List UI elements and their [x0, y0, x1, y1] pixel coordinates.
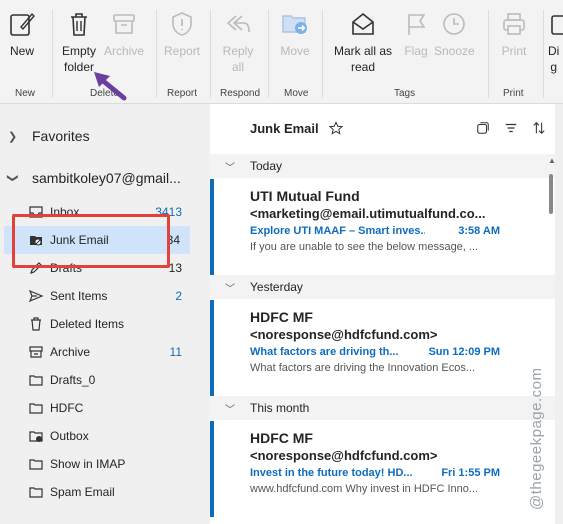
- folder-drafts-0[interactable]: Drafts_0: [28, 366, 192, 394]
- filter-icon[interactable]: [503, 120, 519, 136]
- favorites-header[interactable]: ❯ Favorites: [8, 128, 90, 144]
- folder-icon: [28, 372, 44, 388]
- account-header[interactable]: ❯ sambitkoley07@gmail...: [6, 170, 181, 186]
- star-icon[interactable]: [328, 121, 343, 135]
- folder-title: Junk Email: [250, 120, 319, 136]
- new-button[interactable]: New: [6, 8, 38, 59]
- chevron-down-icon: ❯: [6, 173, 19, 183]
- flag-button[interactable]: Flag: [400, 8, 432, 59]
- outbox-icon: [28, 428, 44, 444]
- report-button[interactable]: Report: [164, 8, 200, 59]
- divider: [268, 10, 269, 98]
- trash-icon: [28, 316, 44, 332]
- group-label-move: Move: [284, 88, 309, 99]
- group-header-today[interactable]: ﹀ Today: [210, 154, 555, 178]
- group-label-print: Print: [503, 88, 524, 99]
- message-item[interactable]: HDFC MF <noresponse@hdfcfund.com> What f…: [210, 300, 543, 396]
- select-icon[interactable]: [475, 120, 491, 136]
- folder-icon: [28, 484, 44, 500]
- right-edge: [555, 104, 563, 524]
- scrollbar-thumb[interactable]: [549, 174, 553, 214]
- folder-sent-items[interactable]: Sent Items 2: [28, 282, 192, 310]
- group-header-this-month[interactable]: ﹀ This month: [210, 396, 555, 420]
- folder-icon: [28, 400, 44, 416]
- list-header: Junk Email: [210, 104, 555, 152]
- sort-icon[interactable]: [531, 120, 547, 136]
- open-envelope-icon: [347, 8, 379, 40]
- junk-icon: [28, 232, 44, 248]
- reply-all-icon: [222, 8, 254, 40]
- group-label-delete: Delete: [90, 88, 119, 99]
- ribbon: New Empty folder Archive Report Reply al…: [0, 0, 563, 104]
- group-label-new: New: [15, 88, 36, 99]
- partial-ribbon-button[interactable]: Di g: [548, 8, 563, 75]
- archive-button[interactable]: Archive: [104, 8, 144, 59]
- scrollbar[interactable]: ▲: [548, 156, 556, 524]
- folder-outbox[interactable]: Outbox: [28, 422, 192, 450]
- divider: [322, 10, 323, 98]
- message-list: Junk Email ﹀ Today UTI Mutual Fund <mark…: [210, 104, 555, 524]
- shield-icon: [166, 8, 198, 40]
- clock-icon: [438, 8, 470, 40]
- chevron-down-icon: ﹀: [225, 283, 235, 295]
- mark-all-as-read-button[interactable]: Mark all as read: [334, 8, 392, 75]
- archive-icon: [108, 8, 140, 40]
- send-icon: [28, 288, 44, 304]
- group-label-report: Report: [167, 88, 198, 99]
- divider: [156, 10, 157, 98]
- divider: [488, 10, 489, 98]
- folder-icon: [28, 456, 44, 472]
- chevron-down-icon: ﹀: [225, 162, 235, 174]
- folder-pane: ❯ Favorites ❯ sambitkoley07@gmail... Inb…: [0, 104, 200, 524]
- group-label-respond: Respond: [220, 88, 261, 99]
- message-item[interactable]: UTI Mutual Fund <marketing@email.utimutu…: [210, 179, 543, 275]
- print-button[interactable]: Print: [498, 8, 530, 59]
- move-button[interactable]: Move: [279, 8, 311, 59]
- chevron-down-icon: ﹀: [225, 404, 235, 416]
- snooze-button[interactable]: Snooze: [434, 8, 475, 59]
- folder-inbox[interactable]: Inbox 3413: [28, 198, 192, 226]
- group-label-tags: Tags: [394, 88, 416, 99]
- reply-all-button[interactable]: Reply all: [222, 8, 254, 75]
- flag-icon: [400, 8, 432, 40]
- folder-drafts[interactable]: Drafts 13: [28, 254, 192, 282]
- move-folder-icon: [279, 8, 311, 40]
- divider: [52, 10, 53, 98]
- divider: [210, 10, 211, 98]
- folder-junk-email[interactable]: Junk Email 34: [4, 226, 190, 254]
- folder-deleted-items[interactable]: Deleted Items: [28, 310, 192, 338]
- group-header-yesterday[interactable]: ﹀ Yesterday: [210, 275, 555, 299]
- folder-show-in-imap[interactable]: Show in IMAP: [28, 450, 192, 478]
- inbox-icon: [28, 204, 44, 220]
- trash-icon: [63, 8, 95, 40]
- divider: [543, 10, 544, 98]
- chevron-right-icon: ❯: [8, 130, 18, 143]
- pencil-icon: [28, 260, 44, 276]
- folder-spam-email[interactable]: Spam Email: [28, 478, 192, 506]
- empty-folder-button[interactable]: Empty folder: [62, 8, 96, 75]
- partial-icon: [548, 8, 563, 40]
- folder-hdfc[interactable]: HDFC: [28, 394, 192, 422]
- archive-icon: [28, 344, 44, 360]
- compose-icon: [6, 8, 38, 40]
- printer-icon: [498, 8, 530, 40]
- folder-archive[interactable]: Archive 11: [28, 338, 192, 366]
- message-item[interactable]: HDFC MF <noresponse@hdfcfund.com> Invest…: [210, 421, 543, 517]
